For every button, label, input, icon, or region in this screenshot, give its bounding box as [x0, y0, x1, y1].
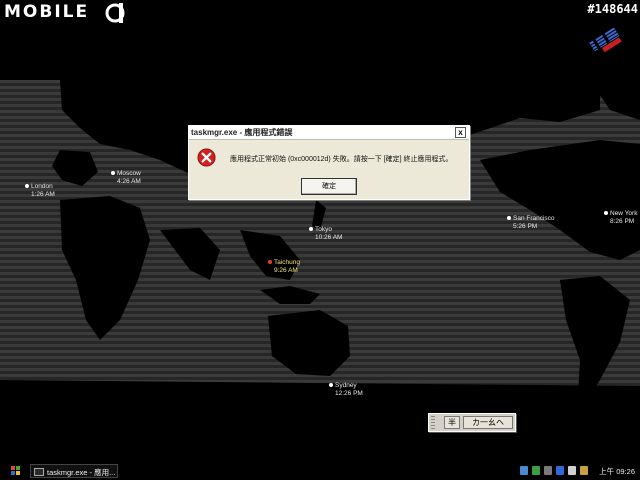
city-time: 9:26 AM: [274, 266, 298, 274]
city-dot: [507, 216, 511, 220]
city-name: Sydney: [335, 382, 357, 389]
city-time: 5:26 PM: [513, 222, 538, 230]
ibm-logo: [589, 27, 622, 53]
city-time: 4:26 AM: [117, 177, 141, 185]
city-tokyo: Tokyo 10:26 AM: [309, 226, 343, 241]
city-time: 8:26 PM: [610, 217, 635, 225]
city-sydney: Sydney 12:26 PM: [329, 382, 363, 397]
city-name: San Francisco: [513, 215, 555, 222]
taskbar-item-taskmgr[interactable]: taskmgr.exe - 應用...: [30, 464, 118, 478]
close-button[interactable]: x: [455, 127, 466, 138]
security-icon[interactable]: [532, 466, 540, 475]
city-dot: [25, 184, 29, 188]
city-dot: [604, 211, 608, 215]
city-time: 1:26 AM: [31, 190, 55, 198]
city-dot: [268, 260, 272, 264]
city-name: New York: [610, 210, 638, 217]
clock[interactable]: 上午 09:26: [599, 466, 635, 477]
mobile01-logo-icon: [105, 3, 125, 23]
city-san-francisco: San Francisco 5:26 PM: [507, 215, 555, 230]
ime-grip-handle[interactable]: [431, 416, 435, 429]
window-icon: [34, 468, 44, 476]
dialog-message: 應用程式正常初始 (0xc000012d) 失敗。請按一下 [確定] 終止應用程…: [230, 156, 453, 163]
city-time: 12:26 PM: [335, 389, 363, 397]
volume-icon[interactable]: [568, 466, 576, 475]
city-dot: [329, 383, 333, 387]
city-name: Taichung: [274, 259, 301, 266]
ime-mode-button[interactable]: 半: [444, 416, 460, 429]
ime-input-display[interactable]: カ一幺ヘ: [463, 416, 513, 429]
ok-button[interactable]: 確定: [301, 178, 357, 195]
start-icon[interactable]: [2, 463, 28, 479]
city-taichung: Taichung 9:26 AM: [268, 259, 301, 274]
city-name: London: [31, 183, 53, 190]
system-tray: 上午 09:26: [516, 464, 640, 478]
city-new-york: New York 8:26 PM: [604, 210, 638, 225]
city-name: Moscow: [117, 170, 141, 177]
mobile01-brand-text: MOBILE: [4, 2, 90, 22]
city-moscow: Moscow 4:26 AM: [111, 170, 141, 185]
city-dot: [309, 227, 313, 231]
close-icon: x: [458, 128, 463, 137]
device-icon[interactable]: [544, 466, 552, 475]
watermark: #148644: [587, 2, 638, 16]
city-london: London 1:26 AM: [25, 183, 55, 198]
dialog-title: taskmgr.exe - 應用程式錯誤: [191, 128, 293, 137]
network-icon[interactable]: [520, 466, 528, 475]
city-name: Tokyo: [315, 226, 332, 233]
dialog-titlebar[interactable]: taskmgr.exe - 應用程式錯誤 x: [189, 126, 469, 140]
desktop: MOBILE #148644 Moscow 4:26 AM London 1:2…: [0, 0, 640, 480]
city-time: 10:26 AM: [315, 233, 343, 241]
error-icon: [197, 148, 216, 167]
error-dialog: taskmgr.exe - 應用程式錯誤 x 應用程式正常初始 (0xc0000…: [188, 125, 470, 200]
taskbar-item-label: taskmgr.exe - 應用...: [47, 468, 116, 477]
display-icon[interactable]: [556, 466, 564, 475]
ime-bar[interactable]: 半 カ一幺ヘ: [428, 413, 516, 432]
power-icon[interactable]: [580, 466, 588, 475]
city-dot: [111, 171, 115, 175]
taskbar: taskmgr.exe - 應用... 上午 09:26: [0, 462, 640, 480]
